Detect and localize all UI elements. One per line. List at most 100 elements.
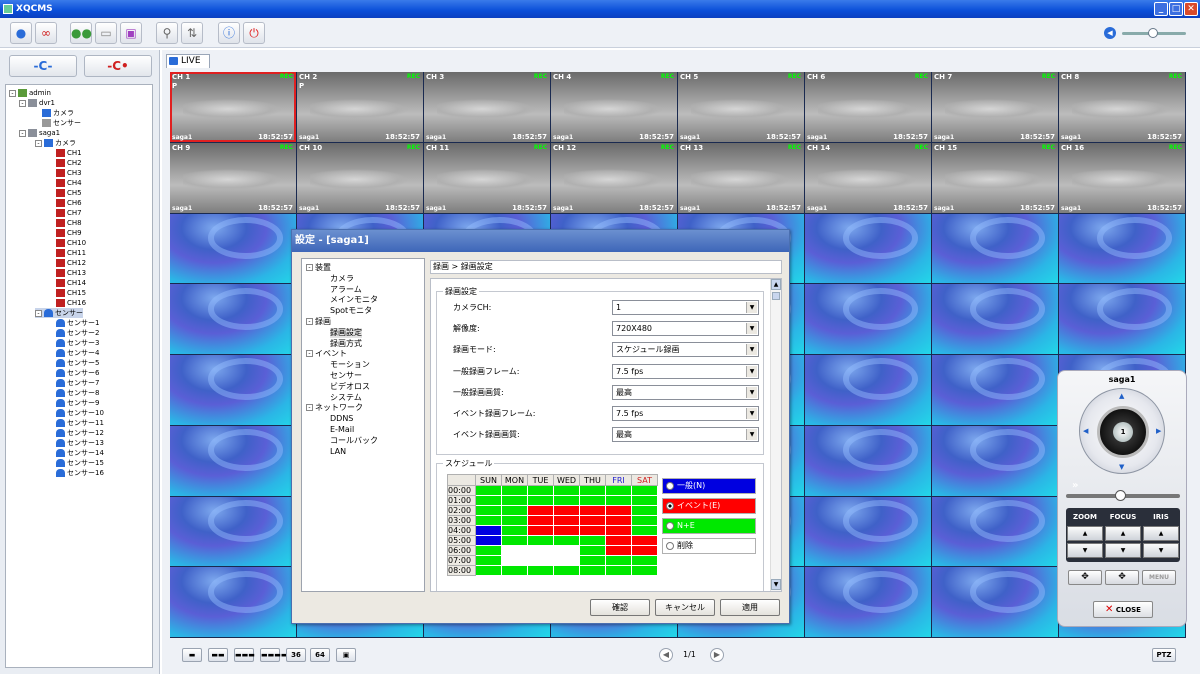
iris-close-button[interactable]: ▼ (1143, 543, 1179, 558)
schedule-cell[interactable] (475, 535, 502, 546)
schedule-cell[interactable] (553, 485, 580, 496)
preset-number[interactable]: 1 (1113, 422, 1133, 442)
camera-view[interactable]: CH 4 REC saga1 18:52:57 (551, 72, 677, 142)
zoom-in-button[interactable]: ▲ (1067, 526, 1103, 541)
volume-slider-knob[interactable] (1148, 28, 1158, 38)
camera-view[interactable]: CH 12 REC saga1 18:52:57 (551, 142, 677, 213)
schedule-cell[interactable] (527, 525, 554, 536)
power-icon[interactable]: ⏻ (243, 22, 265, 44)
settings-tree-item[interactable]: 録画方式 (330, 339, 362, 349)
pan-right-icon[interactable]: ▶ (1156, 427, 1161, 435)
chevron-down-icon[interactable]: ▼ (746, 386, 757, 398)
settings-tree-item[interactable]: - 録画 (306, 317, 331, 327)
schedule-cell[interactable] (553, 505, 580, 516)
minimize-button[interactable]: _ (1154, 2, 1168, 16)
tree-sensor[interactable]: センサー15 (56, 458, 104, 468)
tree-saga1[interactable]: - saga1 (19, 128, 60, 138)
schedule-cell[interactable] (501, 495, 528, 506)
monitor-icon[interactable]: ▣ (120, 22, 142, 44)
tree-sensor[interactable]: センサー3 (56, 338, 99, 348)
iris-open-button[interactable]: ▲ (1143, 526, 1179, 541)
settings-tree-item[interactable]: - 装置 (306, 263, 331, 273)
tree-sensor[interactable]: センサー10 (56, 408, 104, 418)
tree-channel[interactable]: CH7 (56, 208, 82, 218)
tree-channel[interactable]: CH8 (56, 218, 82, 228)
settings-tree-item[interactable]: Spotモニタ (330, 306, 372, 316)
empty-view[interactable] (932, 425, 1058, 496)
schedule-cell[interactable] (631, 505, 658, 516)
tree-channel[interactable]: CH3 (56, 168, 82, 178)
tree-sensor[interactable]: センサー6 (56, 368, 99, 378)
pan-up-icon[interactable]: ▲ (1119, 392, 1124, 400)
schedule-cell[interactable] (501, 525, 528, 536)
tree-dvr1[interactable]: - dvr1 (19, 98, 55, 108)
user-settings-icon[interactable]: ∞ (35, 22, 57, 44)
settings-tree-item[interactable]: カメラ (330, 274, 354, 284)
empty-view[interactable] (1059, 284, 1185, 354)
device-icon[interactable]: ▭ (95, 22, 117, 44)
camera-view[interactable]: CH 13 REC saga1 18:52:57 (678, 142, 804, 213)
camera-view[interactable]: CH 16 REC saga1 18:52:57 (1059, 142, 1185, 213)
field-select[interactable]: 720X480 ▼ (612, 321, 759, 337)
next-page-button[interactable]: ▶ (710, 648, 724, 662)
tree-channel[interactable]: CH6 (56, 198, 82, 208)
tree-channel[interactable]: CH12 (56, 258, 86, 268)
scroll-up-icon[interactable]: ▲ (771, 279, 781, 290)
tree-saga1-camera[interactable]: - カメラ (35, 138, 76, 148)
field-select[interactable]: 最高 ▼ (612, 427, 759, 443)
layout-button[interactable]: ▬▬▬ (234, 648, 255, 662)
tree-sensor[interactable]: センサー13 (56, 438, 104, 448)
scroll-down-icon[interactable]: ▼ (771, 579, 781, 590)
schedule-cell[interactable] (475, 505, 502, 516)
empty-view[interactable] (805, 284, 931, 354)
disconnect-button[interactable]: -C• (84, 55, 152, 77)
schedule-cell[interactable] (553, 555, 580, 566)
schedule-cell[interactable] (579, 555, 606, 566)
tree-sensor[interactable]: センサー14 (56, 448, 104, 458)
camera-view[interactable]: CH 15 REC saga1 18:52:57 (932, 142, 1058, 213)
schedule-cell[interactable] (553, 535, 580, 546)
layout-button[interactable]: 64 (310, 648, 330, 662)
schedule-cell[interactable] (475, 545, 502, 556)
settings-tree-item[interactable]: コールバック (330, 436, 378, 446)
move-icon[interactable]: ✥ (1068, 570, 1102, 585)
schedule-cell[interactable] (605, 545, 632, 556)
schedule-cell[interactable] (631, 555, 658, 566)
schedule-cell[interactable] (527, 535, 554, 546)
schedule-cell[interactable] (553, 545, 580, 556)
empty-view[interactable] (932, 567, 1058, 637)
tree-channel[interactable]: CH1 (56, 148, 82, 158)
schedule-cell[interactable] (527, 495, 554, 506)
ptz-close-button[interactable]: ✕ CLOSE (1093, 601, 1153, 618)
ptz-toggle-button[interactable]: PTZ (1152, 648, 1176, 662)
group-icon[interactable]: ●● (70, 22, 92, 44)
schedule-cell[interactable] (631, 515, 658, 526)
empty-view[interactable] (170, 496, 296, 567)
tree-dvr1-camera[interactable]: カメラ (42, 108, 74, 118)
empty-view[interactable] (170, 284, 296, 354)
schedule-cell[interactable] (579, 505, 606, 516)
schedule-cell[interactable] (605, 485, 632, 496)
settings-tree-item[interactable]: システム (330, 393, 362, 403)
tree-channel[interactable]: CH14 (56, 278, 86, 288)
user-icon[interactable]: ● (10, 22, 32, 44)
layout-button[interactable]: ▬▬▬▬ (260, 648, 287, 662)
camera-view[interactable]: CH 1 P REC saga1 18:52:57 (170, 72, 296, 142)
tree-sensor[interactable]: センサー9 (56, 398, 99, 408)
chevron-down-icon[interactable]: ▼ (746, 408, 757, 419)
close-button[interactable]: ✕ (1184, 2, 1198, 16)
schedule-cell[interactable] (527, 505, 554, 516)
collapse-icon[interactable]: - (19, 99, 26, 107)
apply-button[interactable]: 適用 (720, 599, 780, 616)
empty-view[interactable] (170, 425, 296, 496)
chevron-down-icon[interactable]: ▼ (746, 323, 757, 335)
schedule-cell[interactable] (475, 495, 502, 506)
collapse-icon[interactable]: - (306, 350, 313, 358)
empty-view[interactable] (932, 284, 1058, 354)
schedule-cell[interactable] (501, 535, 528, 546)
scroll-thumb[interactable] (772, 292, 780, 300)
empty-view[interactable] (1059, 213, 1185, 284)
tree-channel[interactable]: CH2 (56, 158, 82, 168)
radio-icon[interactable] (666, 542, 674, 550)
layout-button[interactable]: ▬ (182, 648, 202, 662)
